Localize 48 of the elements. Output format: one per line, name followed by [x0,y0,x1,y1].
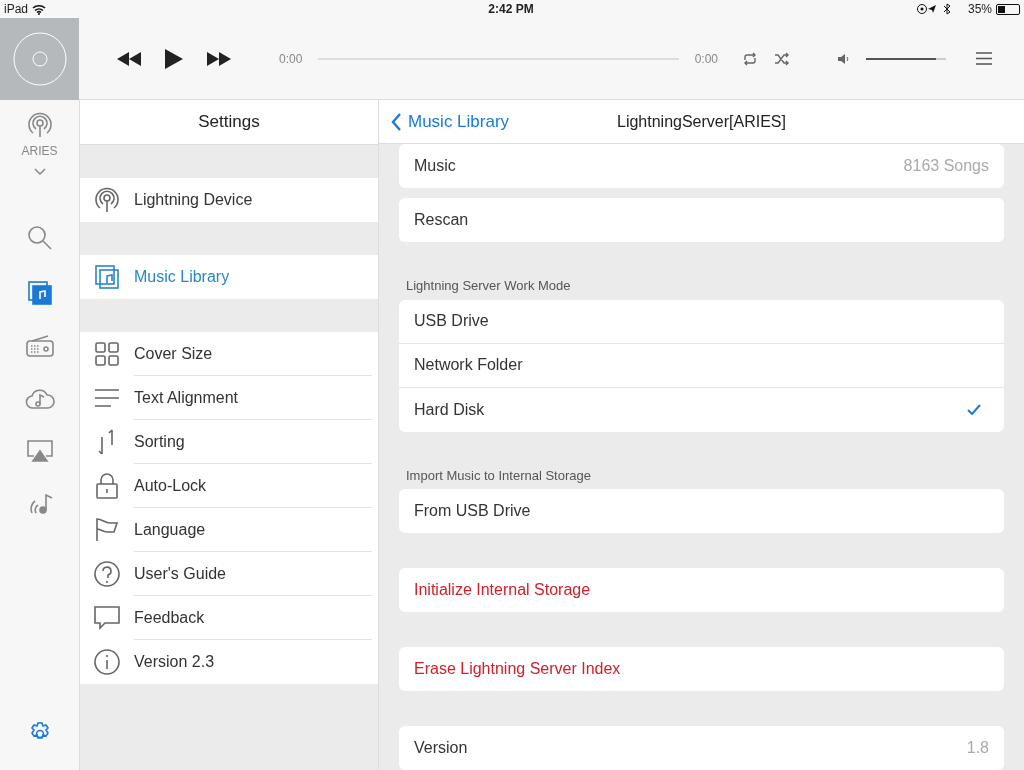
settings-row[interactable]: Rescan [399,198,1004,242]
back-link[interactable]: Music Library [379,108,522,135]
fast-forward-button[interactable] [207,51,231,66]
device-name: ARIES [21,143,58,160]
chevron-left-icon [391,112,402,131]
row-value: 1.8 [966,738,989,758]
cloud-music-button[interactable] [24,387,55,409]
lines-icon [94,388,120,408]
settings-row[interactable]: From USB Drive [399,489,1004,533]
section-header: Lightning Server Work Mode [405,277,572,295]
speech-bubble-icon [94,606,120,630]
flag-icon [95,518,119,542]
remaining-time: 0:00 [694,50,718,68]
elapsed-time: 0:00 [279,50,303,68]
music-library-icon [95,265,119,289]
lock-icon [96,473,118,499]
section-header: Import Music to Internal Storage [405,466,592,485]
music-library-button[interactable] [27,281,52,305]
radio-button[interactable] [25,335,54,357]
speaker-icon [838,52,850,65]
repeat-button[interactable] [742,51,758,66]
rewind-button[interactable] [117,51,141,66]
search-button[interactable] [26,225,53,251]
play-button[interactable] [165,48,183,69]
battery-icon [996,3,1020,15]
grid-icon [95,342,119,366]
wifi-icon [32,3,47,15]
question-icon [94,561,120,587]
settings-row[interactable]: Music 8163 Songs [399,144,1004,188]
carrier-label: iPad [4,1,29,18]
menu-button[interactable] [976,52,992,65]
info-icon [94,649,120,675]
destructive-action[interactable]: Initialize Internal Storage [399,568,1004,612]
chevron-down-icon[interactable] [33,168,46,175]
clock-time: 2:42 PM [488,1,534,18]
page-title: LightningServer[ARIES] [617,111,786,132]
screen-triangle-button[interactable] [25,439,54,463]
broadcast-icon[interactable] [26,112,53,138]
battery-percent: 35% [967,1,992,18]
row-value: 8163 Songs [903,156,989,176]
settings-row[interactable]: Hard Disk [399,387,1004,432]
broadcast-icon [94,187,120,213]
settings-row[interactable]: USB Drive [399,299,1004,344]
destructive-action[interactable]: Erase Lightning Server Index [399,647,1004,691]
shuffle-button[interactable] [774,51,790,66]
pane-title: Settings [80,100,378,145]
settings-row[interactable]: Version 1.8 [399,726,1004,770]
settings-row[interactable]: Network Folder [399,343,1004,388]
